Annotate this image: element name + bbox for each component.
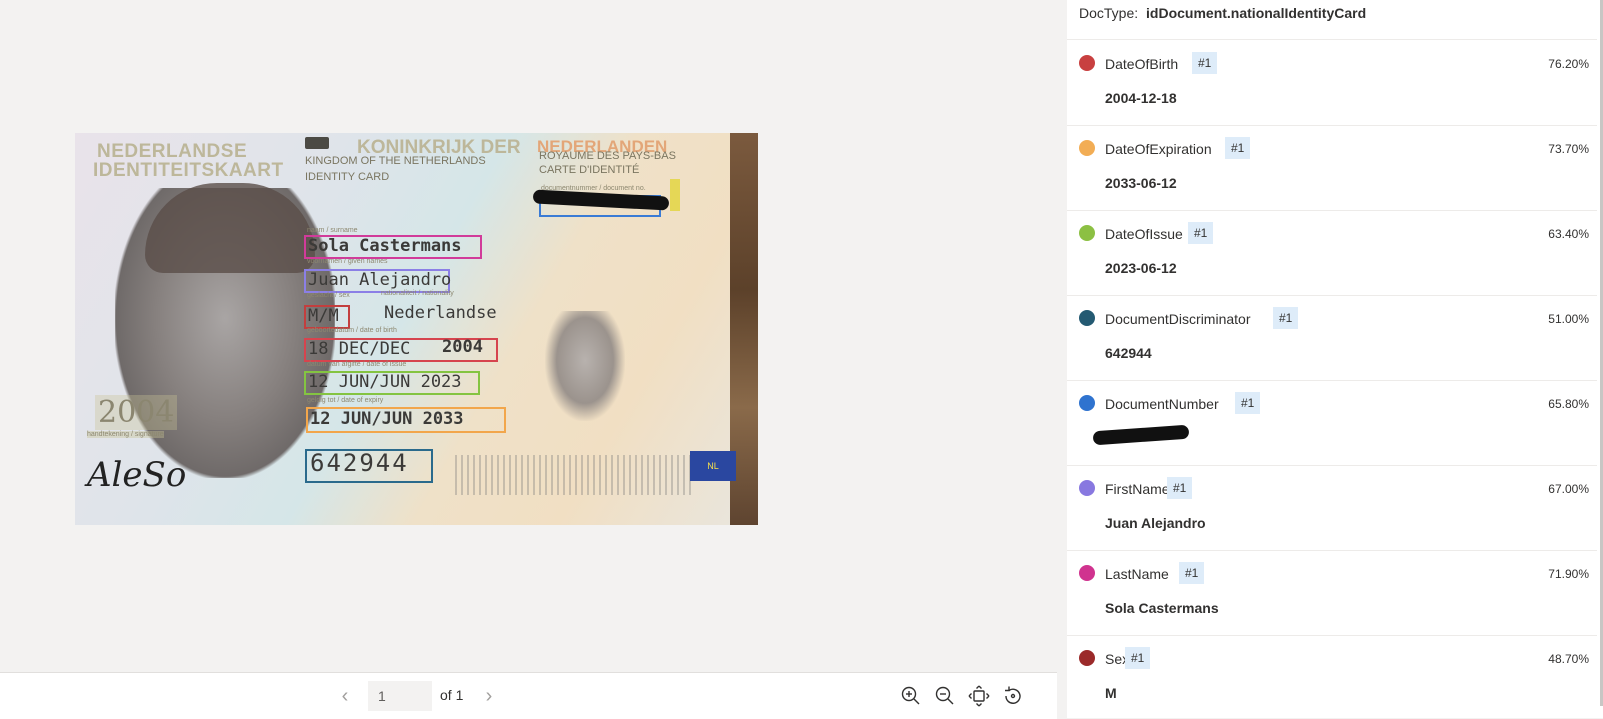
card-dob: 18 DEC/DEC: [308, 339, 411, 359]
page-count-label: of 1: [440, 687, 464, 703]
field-row-dateofissue[interactable]: DateOfIssue #1 63.40% 2023-06-12: [1067, 210, 1597, 296]
document-viewer: NEDERLANDSE IDENTITEITSKAART KONINKRIJK …: [0, 0, 1057, 719]
zoom-out-icon[interactable]: [932, 683, 958, 709]
field-value: Juan Alejandro: [1105, 515, 1206, 531]
field-color-dot: [1079, 480, 1095, 496]
field-name: DocumentNumber: [1105, 396, 1219, 412]
field-confidence: 71.90%: [1548, 567, 1589, 581]
id-card-image: NEDERLANDSE IDENTITEITSKAART KONINKRIJK …: [75, 133, 758, 525]
field-value: 2033-06-12: [1105, 175, 1177, 191]
card-chip-icon: [305, 137, 329, 149]
field-row-sex[interactable]: Sex #1 48.70% M: [1067, 635, 1597, 718]
field-value: M: [1105, 685, 1117, 701]
card-issue: 12 JUN/JUN 2023: [308, 372, 462, 392]
card-expiry: 12 JUN/JUN 2033: [310, 409, 464, 429]
field-color-dot: [1079, 310, 1095, 326]
doctype-row: DocType: idDocument.nationalIdentityCard: [1079, 5, 1366, 21]
field-confidence: 51.00%: [1548, 312, 1589, 326]
page-number-input[interactable]: [368, 681, 432, 711]
field-value: 2004-12-18: [1105, 90, 1177, 106]
field-value: Sola Castermans: [1105, 600, 1219, 616]
field-row-documentdiscriminator[interactable]: DocumentDiscriminator #1 51.00% 642944: [1067, 295, 1597, 381]
card-given: Juan Alejandro: [308, 270, 452, 290]
field-name: DateOfIssue: [1105, 226, 1183, 242]
field-color-dot: [1079, 55, 1095, 71]
field-index-badge[interactable]: #1: [1167, 477, 1193, 499]
label-surname: naam / surname: [307, 227, 358, 234]
field-row-dateofexpiration[interactable]: DateOfExpiration #1 73.70% 2033-06-12: [1067, 125, 1597, 211]
zoom-in-icon[interactable]: [898, 683, 924, 709]
card-security-pattern: [455, 455, 695, 495]
rotate-icon[interactable]: [1000, 683, 1026, 709]
card-header-fr-1: ROYAUME DES PAYS-BAS: [539, 150, 676, 162]
field-value-redaction: [1092, 424, 1190, 446]
field-name: FirstName: [1105, 481, 1170, 497]
extraction-results-panel: DocType: idDocument.nationalIdentityCard…: [1067, 0, 1603, 718]
field-confidence: 48.70%: [1548, 652, 1589, 666]
field-confidence: 73.70%: [1548, 142, 1589, 156]
card-header-fr-2: CARTE D'IDENTITÉ: [539, 164, 640, 176]
field-row-lastname[interactable]: LastName #1 71.90% Sola Castermans: [1067, 550, 1597, 636]
field-color-dot: [1079, 395, 1095, 411]
eu-flag-icon: NL: [690, 451, 736, 481]
field-name: DateOfExpiration: [1105, 141, 1212, 157]
field-index-badge[interactable]: #1: [1225, 137, 1251, 159]
field-confidence: 65.80%: [1548, 397, 1589, 411]
field-row-dateofbirth[interactable]: DateOfBirth #1 76.20% 2004-12-18: [1067, 40, 1597, 126]
label-signature: handtekening / signature: [87, 431, 164, 438]
field-index-badge[interactable]: #1: [1273, 307, 1299, 329]
card-dob-year: 2004: [442, 337, 483, 357]
field-index-badge[interactable]: #1: [1235, 392, 1261, 414]
field-confidence: 76.20%: [1548, 57, 1589, 71]
field-index-badge[interactable]: #1: [1192, 52, 1218, 74]
card-header-nl-2: IDENTITEITSKAART: [93, 160, 284, 181]
field-index-badge[interactable]: #1: [1125, 647, 1151, 669]
field-row-documentnumber[interactable]: DocumentNumber #1 65.80%: [1067, 380, 1597, 466]
field-value: 642944: [1105, 345, 1152, 361]
field-color-dot: [1079, 140, 1095, 156]
label-dob: geboortedatum / date of birth: [307, 327, 397, 334]
fit-to-page-icon[interactable]: [966, 683, 992, 709]
card-discriminator: 642944: [310, 449, 409, 477]
field-name: LastName: [1105, 566, 1169, 582]
field-name: DocumentDiscriminator: [1105, 311, 1251, 327]
card-nationality: Nederlandse: [384, 303, 497, 323]
doctype-label: DocType:: [1079, 5, 1139, 21]
field-color-dot: [1079, 565, 1095, 581]
label-sex: geslacht / sex: [307, 292, 350, 299]
page-toolbar: ‹ of 1 ›: [0, 672, 1057, 719]
chevron-right-icon[interactable]: ›: [479, 685, 499, 707]
field-value: 2023-06-12: [1105, 260, 1177, 276]
card-header-kingdom-en-2: IDENTITY CARD: [305, 171, 390, 183]
field-color-dot: [1079, 225, 1095, 241]
card-header-kingdom-en-1: KINGDOM OF THE NETHERLANDS: [305, 155, 486, 167]
box-country-mark: [670, 179, 680, 211]
label-expiry: geldig tot / date of expiry: [307, 397, 384, 404]
card-sex: M/M: [308, 306, 339, 326]
field-confidence: 63.40%: [1548, 227, 1589, 241]
field-index-badge[interactable]: #1: [1179, 562, 1205, 584]
doctype-value: idDocument.nationalIdentityCard: [1146, 5, 1367, 21]
label-nationality: nationaliteit / nationality: [381, 290, 454, 297]
field-row-firstname[interactable]: FirstName #1 67.00% Juan Alejandro: [1067, 465, 1597, 551]
field-name: DateOfBirth: [1105, 56, 1179, 72]
card-surname: Sola Castermans: [308, 236, 462, 256]
field-index-badge[interactable]: #1: [1188, 222, 1214, 244]
label-issue: datum van afgifte / date of issue: [307, 361, 407, 368]
label-given: voornamen / given names: [307, 258, 388, 265]
ghost-portrait: [545, 311, 625, 421]
chevron-left-icon[interactable]: ‹: [335, 685, 355, 707]
card-signature: AleSo: [87, 455, 187, 495]
field-color-dot: [1079, 650, 1095, 666]
field-confidence: 67.00%: [1548, 482, 1589, 496]
card-year-ghost: 2004: [95, 395, 178, 430]
